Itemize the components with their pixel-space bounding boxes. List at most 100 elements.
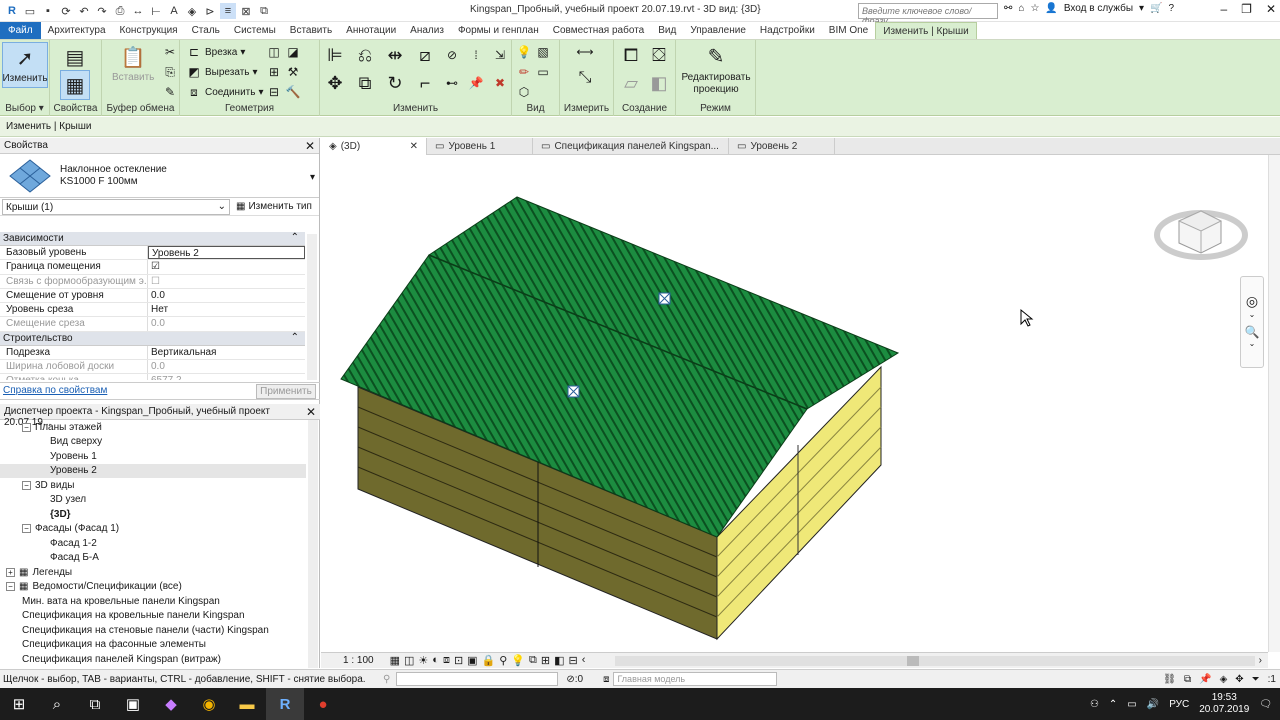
chevron-down-icon[interactable]: ▾ xyxy=(310,172,315,183)
create-assembly-icon[interactable]: ⧠ xyxy=(620,44,642,66)
3d-view-icon[interactable]: ◈ xyxy=(184,3,200,19)
canvas-vertical-scrollbar[interactable] xyxy=(1268,155,1280,652)
canvas-horizontal-scrollbar[interactable] xyxy=(614,655,1255,666)
chevron-left-icon[interactable]: ‹ xyxy=(582,654,586,667)
analytical-icon[interactable]: ⊞ xyxy=(541,654,550,667)
view-tab[interactable]: ▭ Уровень 2 xyxy=(729,138,835,155)
ribbon-tab[interactable]: Надстройки xyxy=(753,22,822,39)
render-icon[interactable]: ⧈ xyxy=(443,654,450,667)
constraints-icon[interactable]: ⊟ xyxy=(569,654,578,667)
zoom-icon[interactable]: 🔍 xyxy=(1241,325,1263,339)
language-indicator[interactable]: РУС xyxy=(1169,699,1189,710)
cut-tool[interactable]: ✂ xyxy=(162,44,178,60)
property-value[interactable]: Нет xyxy=(148,303,305,316)
expand-icon[interactable]: + xyxy=(6,567,15,577)
modify-button[interactable]: ➚ Изменить xyxy=(2,42,48,88)
text-icon[interactable]: A xyxy=(166,3,182,19)
restore-icon[interactable]: ❐ xyxy=(1241,2,1252,16)
paint-icon[interactable]: ◪ xyxy=(285,44,301,60)
browser-tree-item[interactable]: Мин. вата на кровельные панели Kingspan xyxy=(0,594,306,609)
view-tab[interactable]: ▭ Спецификация панелей Kingspan... xyxy=(533,138,729,155)
type-properties-button[interactable]: ▦ xyxy=(60,70,90,100)
maps-app-icon[interactable]: ◆ xyxy=(152,688,190,720)
offset-icon[interactable]: ⎌ xyxy=(354,44,376,66)
notifications-icon[interactable]: 🗨 xyxy=(1259,699,1272,710)
browser-tree-item[interactable]: Спецификация на стеновые панели (части) … xyxy=(0,623,306,638)
chevron-right-icon[interactable]: › xyxy=(1259,655,1262,666)
select-links-icon[interactable]: ⛓ xyxy=(1163,674,1176,685)
copy-elements-icon[interactable]: ⧉ xyxy=(354,72,376,94)
demolish-icon[interactable]: ⚒ xyxy=(285,64,301,80)
close-hidden-icon[interactable]: ⊠ xyxy=(238,3,254,19)
select-dropdown[interactable]: Выбор ▾ xyxy=(0,103,49,114)
rotate-icon[interactable]: ↻ xyxy=(384,72,406,94)
type-selector[interactable]: Наклонное остекление KS1000 F 100мм ▾ xyxy=(0,154,319,198)
print-icon[interactable]: ⎙ xyxy=(112,3,128,19)
property-group-header[interactable]: Зависимости ⌃ xyxy=(0,232,305,246)
section-icon[interactable]: ⊳ xyxy=(202,3,218,19)
selection-box-icon[interactable]: ⬡ xyxy=(516,84,532,100)
property-value[interactable]: Уровень 2 xyxy=(148,246,305,260)
ribbon-tab[interactable]: Анализ xyxy=(403,22,451,39)
thin-lines-icon[interactable]: ≡ xyxy=(220,3,236,19)
clock[interactable]: 19:53 20.07.2019 xyxy=(1199,692,1249,716)
chrome-icon[interactable]: ◉ xyxy=(190,688,228,720)
open-icon[interactable]: ▭ xyxy=(22,3,38,19)
save-icon[interactable]: ▪ xyxy=(40,3,56,19)
revit-taskbar-icon[interactable]: R xyxy=(266,688,304,720)
browser-tree-item[interactable]: − Планы этажей xyxy=(0,420,306,435)
property-value[interactable]: ☑ xyxy=(148,260,305,273)
steering-wheel-icon[interactable]: ◎ xyxy=(1241,293,1263,310)
create-similar-icon[interactable]: ◧ xyxy=(648,72,670,94)
browser-tree-item[interactable]: Фасад Б-А xyxy=(0,551,306,566)
view-tab[interactable]: ▭ Уровень 1 xyxy=(427,138,533,155)
properties-button[interactable]: ▤ xyxy=(60,42,90,72)
browser-tree-item[interactable]: − Фасады (Фасад 1) xyxy=(0,522,306,537)
editable-icon[interactable]: ⊘ xyxy=(566,674,574,685)
delete-icon[interactable]: ✖ xyxy=(492,75,508,91)
task-view-icon[interactable]: ⧉ xyxy=(76,688,114,720)
scroll-thumb[interactable] xyxy=(906,655,919,666)
binoculars-icon[interactable]: ⚯ xyxy=(1004,3,1012,14)
cut-geometry-button[interactable]: ◩ Вырезать ▾ xyxy=(186,64,257,80)
browser-tree-item[interactable]: Фасад 1-2 xyxy=(0,536,306,551)
chevron-down-icon[interactable]: ▾ xyxy=(1139,3,1144,14)
close-icon[interactable]: ✕ xyxy=(306,405,316,419)
browser-tree-item[interactable]: 3D узел xyxy=(0,493,306,508)
align-icon[interactable]: ⊫ xyxy=(324,44,346,66)
browser-tree-item[interactable]: Спецификация на кровельные панели Kingsp… xyxy=(0,609,306,624)
collapse-icon[interactable]: ⌃ xyxy=(291,332,299,343)
dimension-button[interactable]: ⤡ xyxy=(568,69,602,86)
select-by-face-icon[interactable]: ◈ xyxy=(1220,674,1228,685)
property-group-header[interactable]: Строительство ⌃ xyxy=(0,331,305,346)
search-input[interactable]: Введите ключевое слово/фразу xyxy=(858,3,998,26)
browser-tree-item[interactable]: Спецификация панелей Kingspan (витраж) xyxy=(0,652,306,667)
close-icon[interactable]: ✕ xyxy=(1266,2,1276,16)
match-tool[interactable]: ✎ xyxy=(162,84,178,100)
ribbon-tab[interactable]: Управление xyxy=(683,22,753,39)
drag-elements-icon[interactable]: ✥ xyxy=(1235,674,1243,685)
browser-tree-item[interactable]: Вид сверху xyxy=(0,435,306,450)
switch-windows-icon[interactable]: ⧉ xyxy=(256,3,272,19)
property-value[interactable]: 0.0 xyxy=(148,289,305,302)
pencil-icon[interactable]: ✏ xyxy=(516,64,532,80)
browser-tree-item[interactable]: −3D виды xyxy=(0,478,306,493)
signin-label[interactable]: Вход в службы xyxy=(1064,3,1133,14)
paste-button[interactable]: 📋 Вставить xyxy=(112,42,154,84)
collapse-icon[interactable]: − xyxy=(22,422,31,432)
wall-joins-icon[interactable]: ⊞ xyxy=(266,64,282,80)
network-icon[interactable]: ▭ xyxy=(1127,699,1136,710)
viewcube-icon[interactable] xyxy=(1154,210,1248,260)
ribbon-tab[interactable]: Конструкция xyxy=(113,22,185,39)
user-icon[interactable]: 👤 xyxy=(1045,3,1057,14)
browser-tree-item[interactable]: Спецификация на фасонные элементы xyxy=(0,638,306,653)
mirror-draw-icon[interactable]: ⧄ xyxy=(414,44,436,66)
lock-3d-icon[interactable]: 🔒 xyxy=(482,654,496,667)
media-app-icon[interactable]: ▣ xyxy=(114,688,152,720)
unpin-icon[interactable]: ⊷ xyxy=(444,75,460,91)
ribbon-tab[interactable]: Вид xyxy=(651,22,683,39)
ribbon-tab[interactable]: Вставить xyxy=(283,22,339,39)
ribbon-tab[interactable]: Архитектура xyxy=(41,22,113,39)
view-tab[interactable]: ◈ (3D) ✕ xyxy=(321,138,427,155)
dimension-icon[interactable]: ⊢ xyxy=(148,3,164,19)
